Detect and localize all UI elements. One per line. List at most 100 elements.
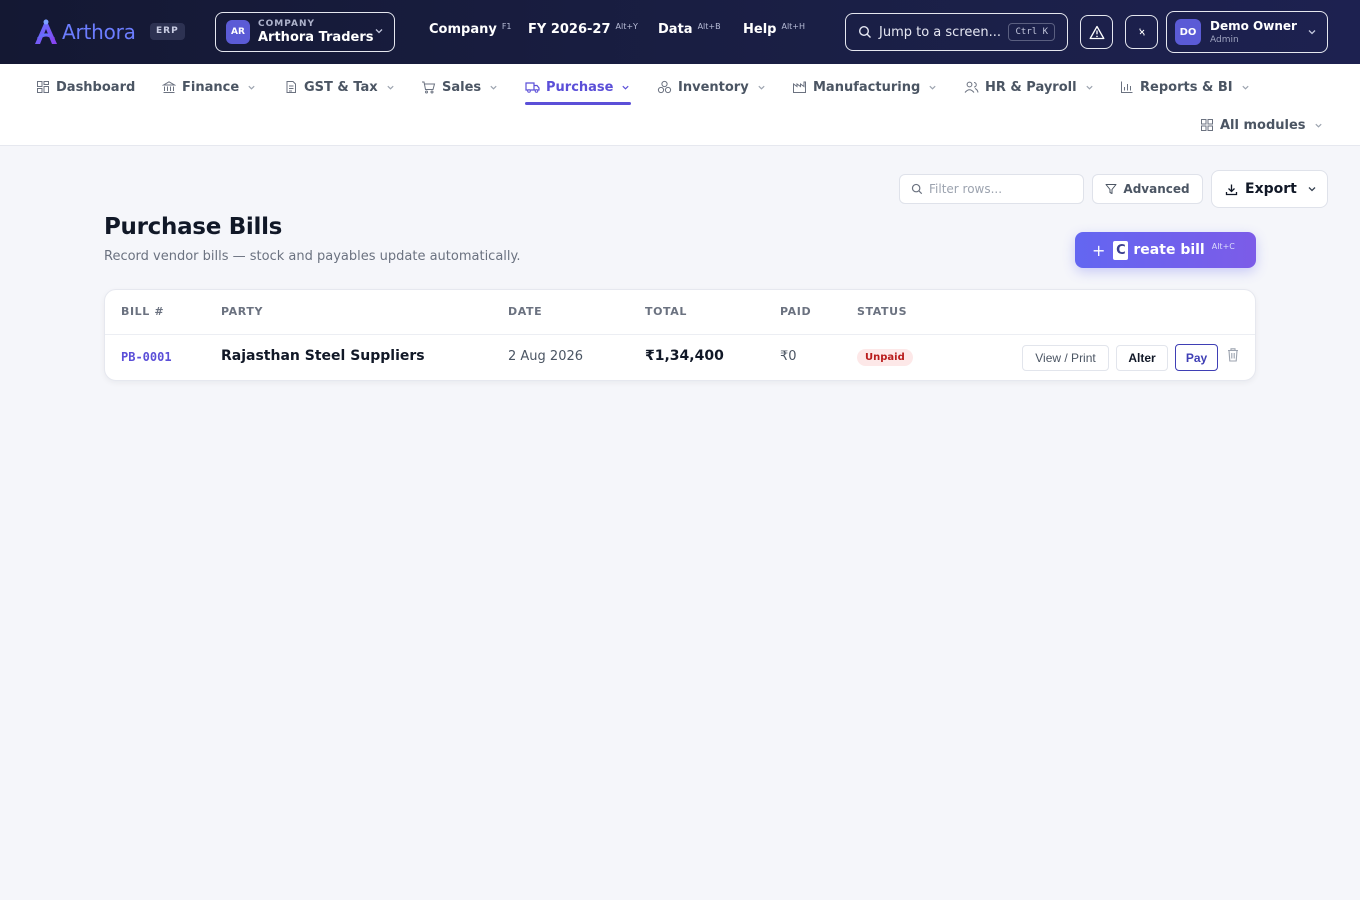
nav-reports-bi[interactable]: Reports & BI [1120,76,1250,98]
nav-label: Purchase [546,79,614,95]
chevron-down-icon [387,85,394,90]
brand-logo[interactable]: Arthora [32,16,136,48]
export-label: Export [1245,181,1297,197]
cart-icon [422,81,436,94]
nav-label: Reports & BI [1140,79,1233,95]
keyboard-shortcut-button[interactable] [1125,15,1158,49]
bill-total: ₹1,34,400 [645,348,724,364]
chevron-down-icon [622,85,630,90]
page-title: Purchase Bills [104,214,283,240]
chevron-down-icon [490,85,497,90]
users-icon [964,81,979,93]
grid-icon [1201,119,1213,131]
create-bill-button[interactable]: + C reate bill Alt+C [1075,232,1256,268]
purchase-bills-table: BILL # PARTY DATE TOTAL PAID STATUS PB-0… [104,289,1256,381]
chevron-down-icon [1308,30,1316,35]
user-avatar: DO [1175,19,1201,45]
column-header-total[interactable]: TOTAL [645,305,687,318]
nav-manufacturing[interactable]: Manufacturing [792,76,937,98]
nav-label: Sales [442,79,482,95]
user-role: Admin [1210,34,1239,45]
menu-help[interactable]: Help Alt+H [743,22,805,37]
chevron-down-icon [1314,123,1322,128]
menu-shortcut: F1 [501,22,512,31]
nav-purchase[interactable]: Purchase [525,76,630,98]
alter-button[interactable]: Alter [1116,345,1168,371]
search-icon [858,25,871,38]
filter-placeholder: Filter rows... [929,182,1003,196]
nav-label: All modules [1220,117,1306,133]
advanced-label: Advanced [1123,182,1190,196]
view-print-button[interactable]: View / Print [1022,345,1109,371]
bill-date: 2 Aug 2026 [508,349,584,364]
column-header-bill[interactable]: BILL # [121,305,164,318]
nav-finance[interactable]: Finance [162,76,256,98]
search-icon [911,183,923,195]
chevron-down-icon [929,85,936,90]
menu-shortcut: Alt+B [697,22,721,31]
bill-paid: ₹0 [780,349,797,364]
chevron-down-icon [1085,85,1093,90]
accelerator-key: C [1113,240,1129,260]
trash-icon[interactable] [1226,347,1240,363]
menu-shortcut: Alt+Y [615,22,638,31]
menu-label: Help [743,22,777,37]
advanced-filter-button[interactable]: Advanced [1092,174,1203,204]
document-icon [286,81,296,93]
nav-inventory[interactable]: Inventory [657,76,766,98]
filter-rows-input[interactable]: Filter rows... [899,174,1084,204]
funnel-icon [1105,184,1117,194]
arthora-logo-icon [35,19,57,44]
nav-label: Manufacturing [813,79,921,95]
column-header-date[interactable]: DATE [508,305,542,318]
page-subtitle: Record vendor bills — stock and payables… [104,249,521,264]
menu-label: Data [658,22,693,37]
truck-icon [525,82,540,93]
nav-label: Finance [182,79,240,95]
user-name: Demo Owner [1210,18,1297,33]
company-name: Arthora Traders [258,30,374,45]
pay-button[interactable]: Pay [1175,344,1218,371]
download-icon [1225,184,1238,195]
jump-placeholder: Jump to a screen... [879,24,1002,40]
chevron-down-icon [1308,187,1316,192]
nav-dashboard[interactable]: Dashboard [36,76,135,98]
export-button[interactable]: Export [1211,170,1328,208]
top-bar: Arthora ERP AR COMPANY Arthora Traders C… [0,0,1360,64]
brand-name: Arthora [62,20,136,44]
nav-label: HR & Payroll [985,79,1077,95]
user-menu[interactable]: DO Demo Owner Admin [1166,11,1328,53]
jump-search[interactable]: Jump to a screen... Ctrl K [845,13,1068,51]
create-bill-label: reate bill [1133,242,1205,258]
bill-number-link[interactable]: PB-0001 [121,350,172,364]
menu-data[interactable]: Data Alt+B [658,22,721,37]
boxes-icon [657,80,672,94]
nav-sales[interactable]: Sales [421,76,498,98]
alerts-button[interactable] [1080,15,1113,49]
nav-label: GST & Tax [304,79,378,95]
warning-icon [1089,25,1104,39]
module-nav: Dashboard Finance GST & Tax Sales Purcha… [0,64,1360,146]
menu-shortcut: Alt+H [781,22,806,31]
nav-label: Inventory [678,79,749,95]
nav-all-modules[interactable]: All modules [1200,114,1323,136]
jump-shortcut: Ctrl K [1008,23,1055,41]
company-selector[interactable]: AR COMPANY Arthora Traders [215,12,395,52]
erp-badge: ERP [150,23,185,40]
menu-fiscal-year[interactable]: FY 2026-27 Alt+Y [528,22,638,37]
grid-icon [37,81,49,93]
factory-icon [793,81,806,93]
menu-label: Company [429,22,497,37]
menu-label: FY 2026-27 [528,22,611,37]
menu-company[interactable]: Company F1 [429,22,512,37]
column-header-party[interactable]: PARTY [221,305,263,318]
create-bill-shortcut: Alt+C [1211,241,1235,251]
column-header-paid[interactable]: PAID [780,305,811,318]
party-name: Rajasthan Steel Suppliers [221,348,425,364]
column-header-status[interactable]: STATUS [857,305,907,318]
chevron-down-icon [758,85,765,90]
nav-gst-tax[interactable]: GST & Tax [284,76,395,98]
nav-label: Dashboard [56,79,136,95]
nav-hr-payroll[interactable]: HR & Payroll [964,76,1094,98]
company-avatar: AR [226,20,250,44]
